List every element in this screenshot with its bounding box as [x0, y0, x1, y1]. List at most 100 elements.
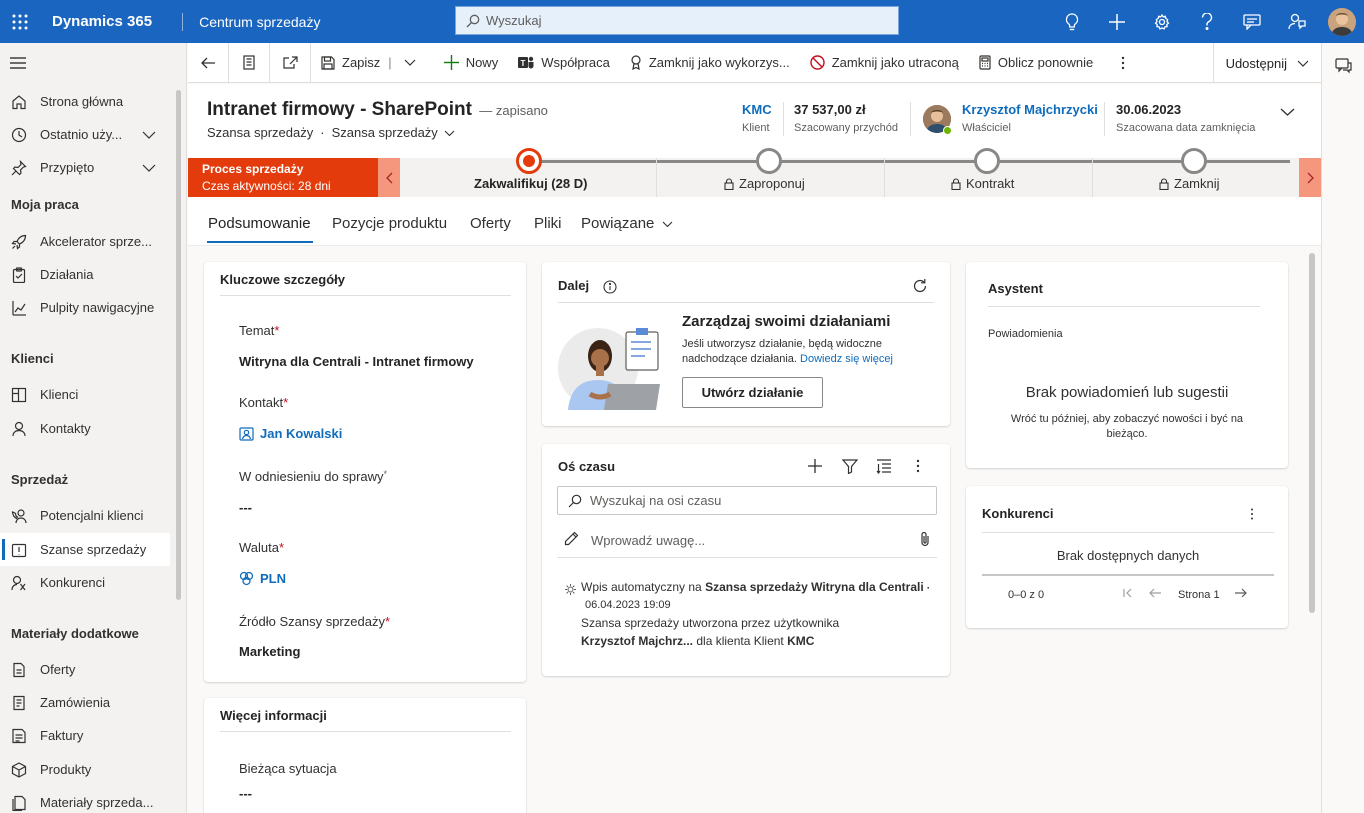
- attachment-icon[interactable]: [920, 531, 930, 547]
- tab-summary[interactable]: Podsumowanie: [208, 215, 311, 232]
- command-bar: Zapisz | Nowy T Współpraca Zamknij jako …: [188, 42, 1321, 83]
- nav-item-activities[interactable]: Działania: [0, 258, 170, 291]
- save-button[interactable]: Zapisz: [311, 43, 390, 83]
- more-vertical-icon[interactable]: [1250, 508, 1254, 520]
- next-page-icon[interactable]: [1235, 588, 1247, 598]
- nav-item-accelerator[interactable]: Akcelerator sprze...: [0, 225, 170, 258]
- nav-item-opportunities[interactable]: Szanse sprzedaży: [0, 533, 170, 566]
- bpf-stage-develop[interactable]: Zaproponuj: [656, 148, 884, 197]
- nav-item-sales-literature[interactable]: Materiały sprzeda...: [0, 786, 170, 813]
- content-scrollbar[interactable]: [1309, 253, 1315, 613]
- back-button[interactable]: [188, 43, 228, 83]
- recalculate-button[interactable]: Oblicz ponownie: [969, 43, 1103, 83]
- conversation-icon[interactable]: [1335, 58, 1352, 74]
- field-value-source[interactable]: Marketing: [239, 644, 300, 659]
- field-value-contact[interactable]: Jan Kowalski: [239, 426, 342, 441]
- field-value-case[interactable]: ---: [239, 500, 252, 515]
- app-name[interactable]: Centrum sprzedaży: [199, 14, 320, 30]
- person-icon: [11, 421, 27, 437]
- add-timeline-icon[interactable]: [807, 458, 823, 474]
- user-avatar[interactable]: [1328, 7, 1356, 36]
- timeline-search-input[interactable]: Wyszukaj na osi czasu: [557, 486, 937, 515]
- section-title: Oś czasu: [558, 459, 616, 474]
- chevron-down-icon[interactable]: [142, 131, 156, 139]
- nav-item-accounts[interactable]: Klienci: [0, 378, 170, 411]
- field-label-source: Źródło Szansy sprzedaży*: [239, 614, 391, 629]
- close-as-won-button[interactable]: Zamknij jako wykorzys...: [620, 43, 800, 83]
- field-value-currency[interactable]: PLN: [239, 571, 286, 586]
- nav-item-invoices[interactable]: Faktury: [0, 719, 170, 752]
- timeline-post-title[interactable]: Wpis automatyczny na Szansa sprzedaży Wi…: [581, 580, 929, 594]
- expand-header-chevron-icon[interactable]: [1280, 108, 1295, 116]
- learn-more-link[interactable]: Dowiedz się więcej: [800, 353, 893, 365]
- form-view-button[interactable]: [229, 43, 269, 83]
- nav-item-products[interactable]: Produkty: [0, 753, 170, 786]
- open-new-window-button[interactable]: [270, 43, 310, 83]
- app-launcher-icon[interactable]: [0, 0, 40, 43]
- right-rail: [1321, 43, 1364, 813]
- record-subtitle: Szansa sprzedaży · Szansa sprzedaży: [207, 125, 455, 140]
- bpf-stage-qualify[interactable]: Zakwalifikuj (28 D): [400, 148, 656, 197]
- nav-scrollbar[interactable]: [176, 90, 181, 600]
- nav-item-pinned[interactable]: Przypięto: [0, 151, 170, 184]
- nav-item-competitors[interactable]: Konkurenci: [0, 566, 170, 599]
- tab-files[interactable]: Pliki: [534, 215, 562, 232]
- bpf-scroll-left-button[interactable]: [378, 158, 400, 197]
- competitor-icon: [11, 575, 27, 591]
- nav-item-label: Produkty: [40, 762, 92, 777]
- form-selector[interactable]: Szansa sprzedaży: [332, 125, 438, 140]
- owner-link[interactable]: Krzysztof Majchrzycki: [962, 102, 1098, 117]
- more-vertical-icon[interactable]: [916, 459, 920, 473]
- bpf-active-process[interactable]: Proces sprzedaży Czas aktywności: 28 dni: [188, 158, 378, 197]
- person-feedback-icon[interactable]: [1274, 0, 1319, 43]
- field-value-topic[interactable]: Witryna dla Centrali - Intranet firmowy: [239, 354, 474, 369]
- help-icon[interactable]: [1184, 0, 1229, 43]
- info-icon[interactable]: [603, 280, 617, 294]
- brand-name[interactable]: Dynamics 365: [52, 13, 152, 30]
- nav-item-dashboards[interactable]: Pulpity nawigacyjne: [0, 291, 170, 324]
- chevron-down-icon[interactable]: [142, 164, 156, 172]
- lightbulb-icon[interactable]: [1049, 0, 1094, 43]
- tab-product-lines[interactable]: Pozycje produktu: [332, 215, 447, 232]
- plus-icon[interactable]: [1094, 0, 1139, 43]
- filter-icon[interactable]: [842, 459, 858, 474]
- refresh-icon[interactable]: [912, 278, 928, 294]
- teams-icon: T: [518, 56, 534, 69]
- chat-feedback-icon[interactable]: [1229, 0, 1274, 43]
- account-link[interactable]: KMC: [742, 102, 772, 117]
- nav-item-recent[interactable]: Ostatnio uży...: [0, 118, 170, 151]
- bpf-scroll-right-button[interactable]: [1299, 158, 1321, 197]
- chevron-down-icon: [404, 59, 416, 66]
- nav-item-quotes[interactable]: Oferty: [0, 653, 170, 686]
- previous-page-icon[interactable]: [1149, 588, 1161, 598]
- nav-item-home[interactable]: Strona główna: [0, 85, 170, 118]
- first-page-icon[interactable]: [1123, 588, 1133, 598]
- bpf-stage-close[interactable]: Zamknij: [1092, 148, 1299, 197]
- chevron-down-icon[interactable]: [444, 130, 455, 136]
- header-field-owner: Krzysztof Majchrzycki Właściciel: [962, 102, 1098, 134]
- save-options-dropdown[interactable]: [396, 43, 424, 83]
- arrow-left-icon: [201, 57, 215, 68]
- new-button[interactable]: Nowy: [434, 43, 509, 83]
- nav-item-leads[interactable]: Potencjalni klienci: [0, 499, 170, 532]
- create-activity-button[interactable]: Utwórz działanie: [682, 377, 823, 408]
- sort-icon[interactable]: [876, 459, 892, 474]
- home-icon: [11, 94, 27, 110]
- section-title: Asystent: [988, 281, 1043, 296]
- hamburger-menu-icon[interactable]: [10, 57, 26, 69]
- nav-item-orders[interactable]: Zamówienia: [0, 686, 170, 719]
- tab-quotes[interactable]: Oferty: [470, 215, 511, 232]
- field-value-situation[interactable]: ---: [239, 786, 252, 801]
- more-commands-button[interactable]: [1103, 43, 1143, 83]
- collaborate-button[interactable]: T Współpraca: [508, 43, 620, 83]
- global-search-input[interactable]: Wyszukaj: [455, 6, 899, 35]
- note-input[interactable]: Wprowadź uwagę...: [591, 533, 705, 548]
- close-as-lost-button[interactable]: Zamknij jako utraconą: [800, 43, 969, 83]
- share-button[interactable]: Udostępnij: [1212, 43, 1321, 83]
- tab-related[interactable]: Powiązane: [581, 215, 673, 232]
- bpf-stage-propose[interactable]: Kontrakt: [884, 148, 1092, 197]
- header-field-revenue: 37 537,00 zł Szacowany przychód: [794, 102, 898, 134]
- gear-icon[interactable]: [1139, 0, 1184, 43]
- nav-item-label: Oferty: [40, 662, 76, 677]
- nav-item-contacts[interactable]: Kontakty: [0, 412, 170, 445]
